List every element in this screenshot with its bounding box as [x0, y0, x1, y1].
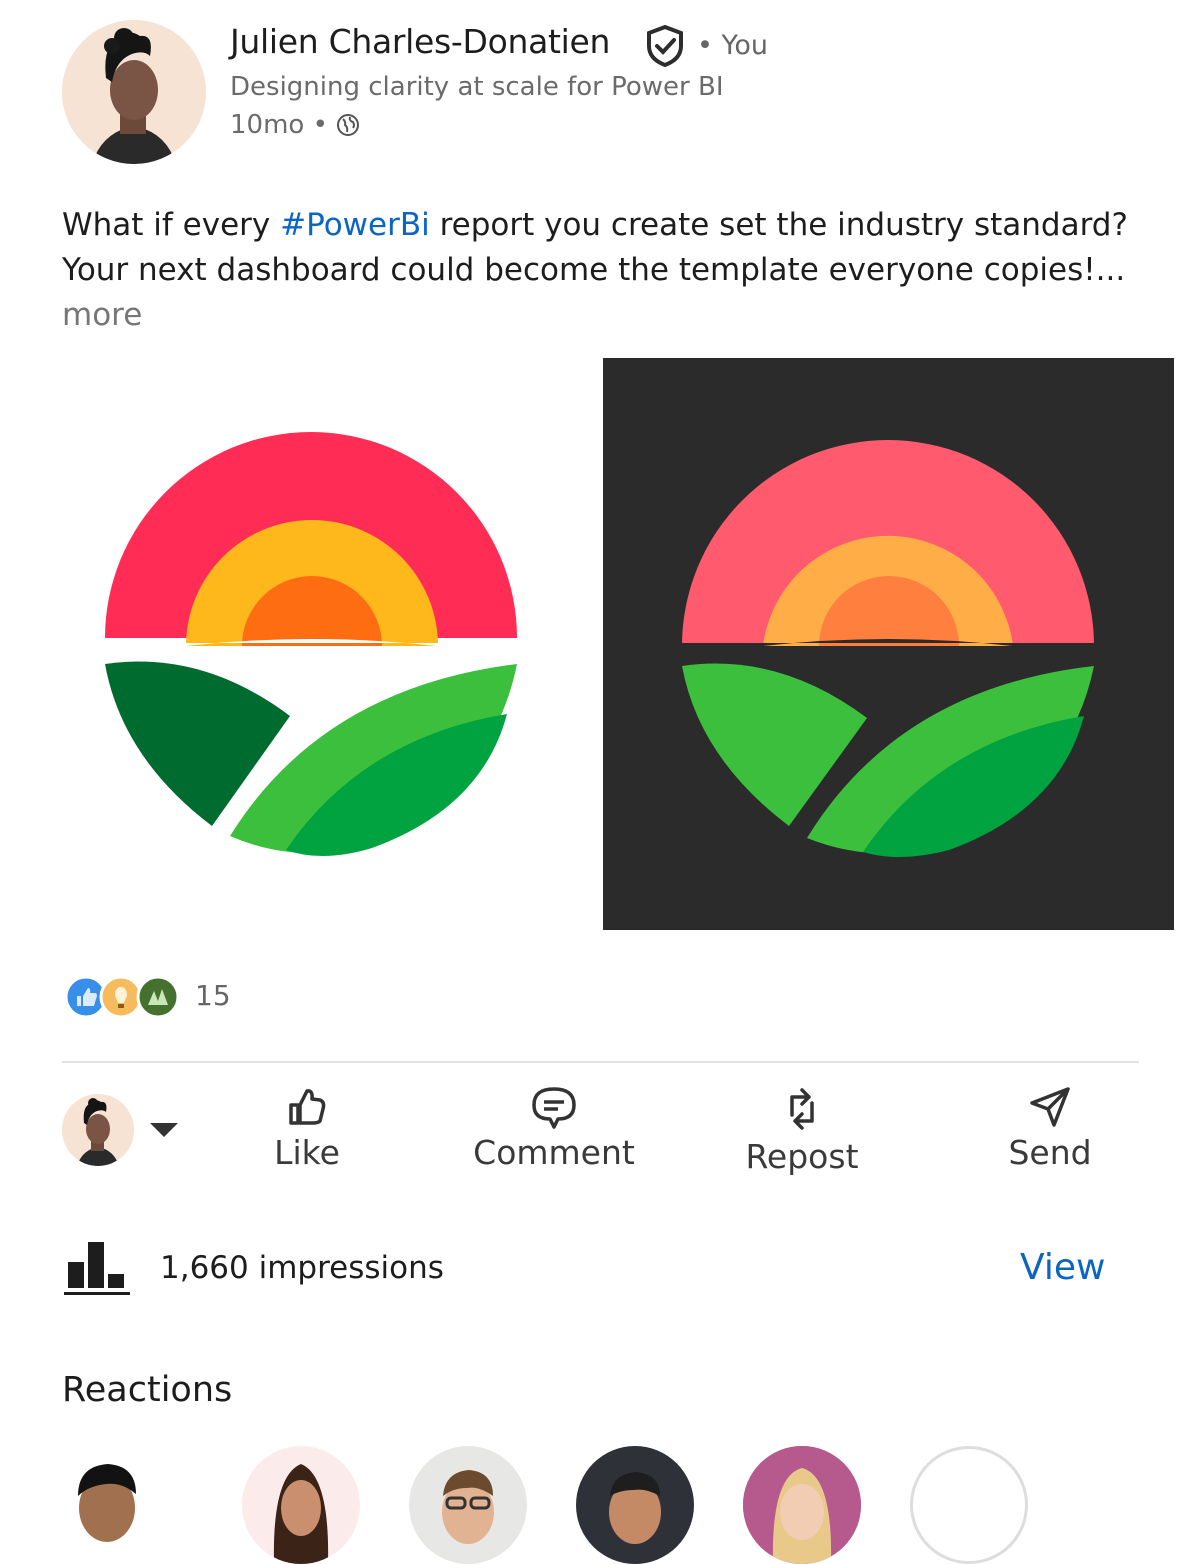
- like-label: Like: [274, 1133, 340, 1172]
- reactor-more-placeholder[interactable]: [910, 1446, 1028, 1564]
- comment-button[interactable]: Comment: [454, 1085, 654, 1172]
- post-image-dark[interactable]: [603, 358, 1174, 930]
- divider: [62, 1061, 1139, 1063]
- author-headline: Designing clarity at scale for Power BI: [230, 72, 724, 102]
- verified-shield-icon: [643, 24, 687, 68]
- send-button[interactable]: Send: [950, 1085, 1150, 1172]
- repost-label: Repost: [745, 1137, 859, 1176]
- reaction-count[interactable]: 15: [195, 979, 231, 1012]
- globe-icon: [336, 113, 360, 137]
- view-analytics-link[interactable]: View: [1020, 1247, 1105, 1288]
- actor-switch-caret-icon[interactable]: [150, 1123, 178, 1137]
- you-badge: • You: [697, 30, 769, 61]
- post-time: 10mo •: [230, 110, 328, 140]
- reactor-avatar[interactable]: [743, 1446, 861, 1564]
- analytics-bar-icon: [64, 1240, 132, 1296]
- post-text-start: What if every: [62, 207, 281, 243]
- post-text: What if every #PowerBi report you create…: [62, 203, 1142, 338]
- author-avatar[interactable]: [62, 20, 206, 164]
- like-button[interactable]: Like: [207, 1085, 407, 1172]
- reactions-heading: Reactions: [62, 1370, 233, 1410]
- impressions-count: 1,660 impressions: [160, 1250, 444, 1286]
- reaction-icons[interactable]: [64, 975, 182, 1019]
- author-name[interactable]: Julien Charles-Donatien: [230, 22, 610, 61]
- thumbs-up-icon: [289, 1089, 326, 1125]
- reactor-avatar[interactable]: [242, 1446, 360, 1564]
- reactor-avatar[interactable]: [576, 1446, 694, 1564]
- hashtag-link[interactable]: #PowerBi: [280, 207, 430, 243]
- reactor-avatar[interactable]: [48, 1446, 166, 1564]
- reactor-avatar[interactable]: [409, 1446, 527, 1564]
- actor-avatar[interactable]: [62, 1094, 134, 1166]
- send-label: Send: [1008, 1133, 1092, 1172]
- post-meta: 10mo •: [230, 110, 360, 140]
- repost-button[interactable]: Repost: [702, 1085, 902, 1176]
- see-more-link[interactable]: more: [62, 297, 142, 333]
- comment-icon: [532, 1087, 576, 1129]
- comment-label: Comment: [473, 1133, 635, 1172]
- repost-icon: [790, 1088, 814, 1130]
- post-image-light[interactable]: [62, 358, 584, 930]
- send-icon: [1030, 1087, 1070, 1127]
